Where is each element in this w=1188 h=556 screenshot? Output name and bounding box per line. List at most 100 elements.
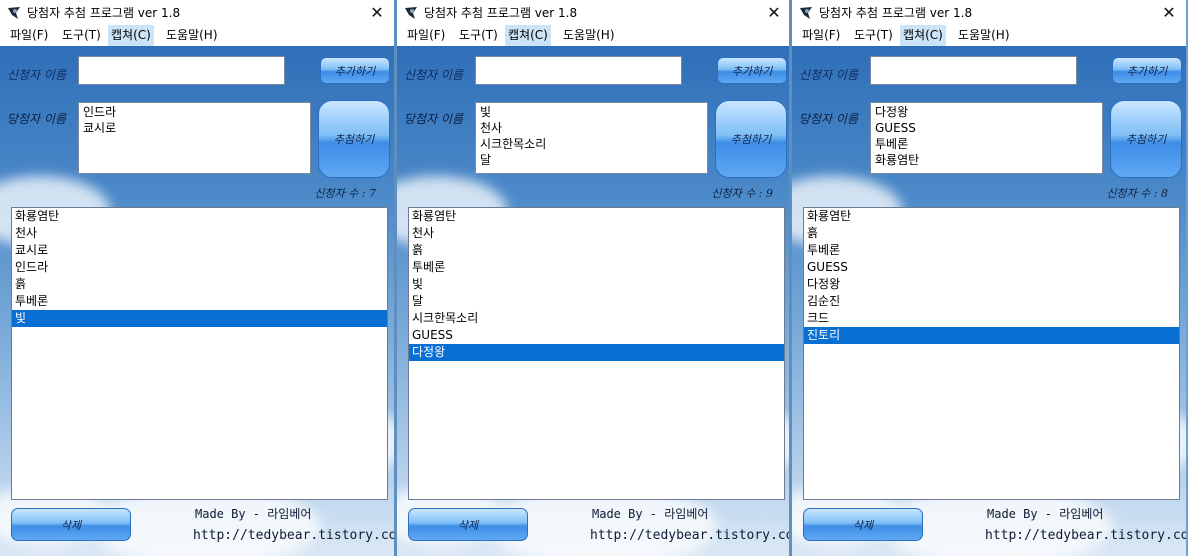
desktop: 당첨자 추첨 프로그램 ver 1.8 ✕ 파일(F) 도구(T) 캡쳐(C) 도움말… bbox=[0, 0, 1188, 556]
list-item[interactable]: 천사 bbox=[409, 225, 784, 242]
applicant-count: 신청자 수 : 8 bbox=[1106, 187, 1168, 200]
menu-bar: 파일(F) 도구(T) 캡쳐(C) 도움말(H) bbox=[397, 25, 791, 46]
window-title: 당첨자 추첨 프로그램 ver 1.8 bbox=[819, 6, 973, 20]
applicant-name-input[interactable] bbox=[870, 56, 1077, 85]
menu-item-capture[interactable]: 캡쳐(C) bbox=[505, 25, 551, 46]
list-item[interactable]: 투베론 bbox=[409, 259, 784, 276]
list-item[interactable]: 김순진 bbox=[804, 293, 1179, 310]
menu-bar: 파일(F) 도구(T) 캡쳐(C) 도움말(H) bbox=[0, 25, 394, 46]
close-button[interactable]: ✕ bbox=[360, 0, 394, 25]
title-bar[interactable]: 당첨자 추첨 프로그램 ver 1.8 ✕ bbox=[0, 0, 394, 25]
menu-item-file[interactable]: 파일(F) bbox=[404, 25, 448, 46]
list-item[interactable]: GUESS bbox=[804, 259, 1179, 276]
list-item[interactable]: 흙 bbox=[12, 276, 387, 293]
list-item[interactable]: 화룡염탄 bbox=[409, 208, 784, 225]
close-icon: ✕ bbox=[767, 3, 781, 22]
list-item[interactable]: 다정왕 bbox=[804, 276, 1179, 293]
winner-list: 다정왕 GUESS 투베론 화룡염탄 bbox=[870, 102, 1103, 174]
window-divider bbox=[394, 0, 397, 556]
list-item[interactable]: 흙 bbox=[409, 242, 784, 259]
list-item[interactable]: 흙 bbox=[804, 225, 1179, 242]
applicant-list[interactable]: 화룡염탄 천사 흙 투베론 빛 달 시크한목소리 GUESS 다정왕 bbox=[408, 207, 785, 500]
list-item[interactable]: 시크한목소리 bbox=[409, 310, 784, 327]
winner-item: 화룡염탄 bbox=[875, 153, 920, 167]
menu-item-tools[interactable]: 도구(T) bbox=[456, 25, 501, 46]
window-divider bbox=[789, 0, 792, 556]
list-item[interactable]: 투베론 bbox=[12, 293, 387, 310]
author-url: http://tedybear.tistory.com bbox=[590, 528, 791, 543]
list-item[interactable]: 천사 bbox=[12, 225, 387, 242]
made-by-credit: Made By - 라임베어 bbox=[592, 507, 709, 521]
list-item[interactable]: 화룡염탄 bbox=[804, 208, 1179, 225]
list-item[interactable]: 달 bbox=[409, 293, 784, 310]
applicant-name-input[interactable] bbox=[475, 56, 682, 85]
list-item[interactable]: GUESS bbox=[409, 327, 784, 344]
close-icon: ✕ bbox=[370, 3, 384, 22]
list-item[interactable]: 크드 bbox=[804, 310, 1179, 327]
list-item[interactable]: 인드라 bbox=[12, 259, 387, 276]
winner-item: 투베론 bbox=[875, 137, 909, 151]
winner-item: 달 bbox=[480, 153, 492, 167]
client-area: 신청자 이름 추가하기 당첨자 이름 빛 천사 시크한목소리 달 추첨하기 신청자 수… bbox=[397, 46, 791, 556]
menu-item-tools[interactable]: 도구(T) bbox=[851, 25, 896, 46]
winner-item: 다정왕 bbox=[875, 105, 909, 119]
menu-item-capture[interactable]: 캡쳐(C) bbox=[900, 25, 946, 46]
author-url: http://tedybear.tistory.com bbox=[193, 528, 394, 543]
client-area: 신청자 이름 추가하기 당첨자 이름 인드라 쿄시로 추첨하기 신청자 수 : 7… bbox=[0, 46, 394, 556]
title-bar[interactable]: 당첨자 추첨 프로그램 ver 1.8 ✕ bbox=[792, 0, 1186, 25]
winner-item: 천사 bbox=[480, 121, 503, 135]
menu-item-file[interactable]: 파일(F) bbox=[799, 25, 843, 46]
menu-item-help[interactable]: 도움말(H) bbox=[955, 25, 1013, 46]
winner-list: 인드라쿄시로 bbox=[78, 102, 311, 174]
winner-name-label: 당첨자 이름 bbox=[799, 112, 859, 126]
delete-button[interactable]: 삭제 bbox=[408, 508, 528, 541]
close-icon: ✕ bbox=[1162, 3, 1176, 22]
list-item[interactable]: 투베론 bbox=[804, 242, 1179, 259]
list-item[interactable]: 다정왕 bbox=[409, 344, 784, 361]
menu-item-help[interactable]: 도움말(H) bbox=[163, 25, 221, 46]
winner-item: 쿄시로 bbox=[83, 121, 117, 135]
app-window-1: 당첨자 추첨 프로그램 ver 1.8 ✕ 파일(F) 도구(T) 캡쳐(C) 도움말… bbox=[0, 0, 394, 556]
winner-item: 인드라 bbox=[83, 105, 117, 119]
list-item[interactable]: 화룡염탄 bbox=[12, 208, 387, 225]
applicant-name-label: 신청자 이름 bbox=[799, 68, 859, 82]
winner-item: 시크한목소리 bbox=[480, 137, 547, 151]
menu-item-capture[interactable]: 캡쳐(C) bbox=[108, 25, 154, 46]
list-item[interactable]: 진토리 bbox=[804, 327, 1179, 344]
list-item[interactable]: 빛 bbox=[12, 310, 387, 327]
title-bar[interactable]: 당첨자 추첨 프로그램 ver 1.8 ✕ bbox=[397, 0, 791, 25]
made-by-credit: Made By - 라임베어 bbox=[195, 507, 312, 521]
menu-item-tools[interactable]: 도구(T) bbox=[59, 25, 104, 46]
menu-item-help[interactable]: 도움말(H) bbox=[560, 25, 618, 46]
bear-paw-icon bbox=[8, 7, 20, 19]
window-title: 당첨자 추첨 프로그램 ver 1.8 bbox=[27, 6, 181, 20]
applicant-name-label: 신청자 이름 bbox=[7, 68, 67, 82]
list-item[interactable]: 쿄시로 bbox=[12, 242, 387, 259]
bear-paw-icon bbox=[800, 7, 812, 19]
bear-paw-icon bbox=[405, 7, 417, 19]
menu-item-file[interactable]: 파일(F) bbox=[7, 25, 51, 46]
applicant-list[interactable]: 화룡염탄 천사 쿄시로 인드라 흙 투베론 빛 bbox=[11, 207, 388, 500]
add-button[interactable]: 추가하기 bbox=[717, 57, 787, 84]
winner-name-label: 당첨자 이름 bbox=[404, 112, 464, 126]
draw-button[interactable]: 추첨하기 bbox=[1110, 100, 1182, 178]
applicant-name-input[interactable] bbox=[78, 56, 285, 85]
add-button[interactable]: 추가하기 bbox=[320, 57, 390, 84]
client-area: 신청자 이름 추가하기 당첨자 이름 다정왕 GUESS 투베론 화룡염탄 추첨하기 … bbox=[792, 46, 1186, 556]
delete-button[interactable]: 삭제 bbox=[11, 508, 131, 541]
draw-button[interactable]: 추첨하기 bbox=[318, 100, 390, 178]
menu-bar: 파일(F) 도구(T) 캡쳐(C) 도움말(H) bbox=[792, 25, 1186, 46]
applicant-list[interactable]: 화룡염탄 흙 투베론 GUESS 다정왕 김순진 크드 진토리 bbox=[803, 207, 1180, 500]
app-window-3: 당첨자 추첨 프로그램 ver 1.8 ✕ 파일(F) 도구(T) 캡쳐(C) 도움말… bbox=[792, 0, 1186, 556]
close-button[interactable]: ✕ bbox=[1152, 0, 1186, 25]
close-button[interactable]: ✕ bbox=[757, 0, 791, 25]
add-button[interactable]: 추가하기 bbox=[1112, 57, 1182, 84]
draw-button[interactable]: 추첨하기 bbox=[715, 100, 787, 178]
made-by-credit: Made By - 라임베어 bbox=[987, 507, 1104, 521]
delete-button[interactable]: 삭제 bbox=[803, 508, 923, 541]
winner-name-label: 당첨자 이름 bbox=[7, 112, 67, 126]
applicant-count: 신청자 수 : 9 bbox=[711, 187, 773, 200]
list-item[interactable]: 빛 bbox=[409, 276, 784, 293]
applicant-count: 신청자 수 : 7 bbox=[314, 187, 376, 200]
winner-item: 빛 bbox=[480, 105, 492, 119]
